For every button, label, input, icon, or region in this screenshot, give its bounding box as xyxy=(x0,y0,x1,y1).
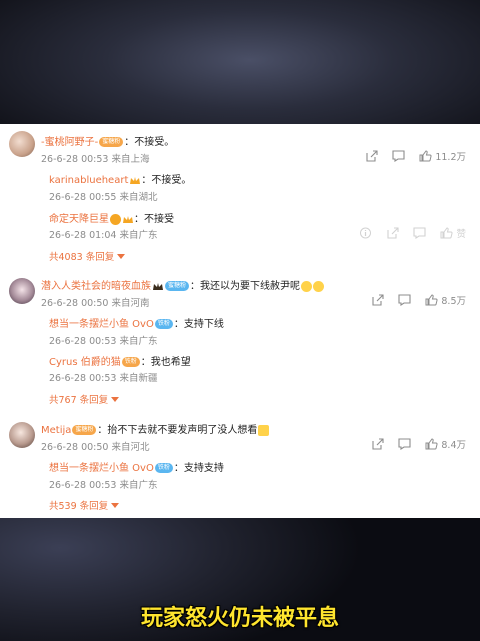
separator: ： xyxy=(134,214,144,225)
comment-line: -蜜桃阿野子- 蜜糖粉 ：不接受。 xyxy=(41,133,174,148)
comment-username[interactable]: 潜入人类社会的暗夜血族 xyxy=(41,281,151,292)
like-count: 8.5万 xyxy=(441,296,466,307)
fan-badge: 蜜糖粉 xyxy=(99,137,124,147)
more-replies-label: 共767 条回复 xyxy=(49,395,109,406)
like-button[interactable]: 8.5万 xyxy=(425,293,466,307)
avatar[interactable] xyxy=(9,131,35,157)
fan-badge: 铁粉 xyxy=(154,463,173,473)
comment-meta: 26-6-28 00:50 来自河北 xyxy=(41,442,150,453)
like-label: 赞 xyxy=(456,229,466,240)
info-icon[interactable] xyxy=(359,227,372,239)
emoji-icon xyxy=(258,424,270,436)
chevron-down-icon xyxy=(111,397,120,402)
comment-text: 抬不下去就不要发声明了没人想看 xyxy=(107,425,258,436)
more-replies-link[interactable]: 共539 条回复 xyxy=(49,498,120,512)
like-button[interactable]: 11.2万 xyxy=(419,149,466,163)
reply-text: 支持支持 xyxy=(183,463,224,474)
reply-username[interactable]: 想当一条摆烂小鱼 OvO xyxy=(49,319,154,330)
comment-line: 潜入人类社会的暗夜血族 蜜糖粉 ：我还以为要下线赦尹呢 xyxy=(41,277,325,292)
fan-badge: 铁粉 xyxy=(154,319,173,329)
fan-badge: 蜜糖粉 xyxy=(165,281,190,291)
comment-username[interactable]: -蜜桃阿野子- xyxy=(41,137,98,148)
like-count: 11.2万 xyxy=(435,152,466,163)
verified-icon xyxy=(110,213,121,225)
comment-text: 不接受。 xyxy=(134,137,175,148)
avatar[interactable] xyxy=(9,278,35,304)
reply-meta: 26-6-28 00:53 来自新疆 xyxy=(49,373,158,384)
fan-badge: 蜜糖粉 xyxy=(72,425,97,435)
crown-icon xyxy=(153,282,163,290)
comment-actions: 8.5万 xyxy=(371,293,466,307)
comment-icon[interactable] xyxy=(398,294,411,306)
thumbs-up-icon xyxy=(419,150,432,162)
separator: ： xyxy=(173,319,184,330)
comment-icon[interactable] xyxy=(413,227,427,239)
reply-text: 支持下线 xyxy=(183,319,224,330)
reply-meta: 26-6-28 00:53 来自广东 xyxy=(49,480,158,491)
share-icon[interactable] xyxy=(371,438,384,450)
separator: ： xyxy=(141,175,152,186)
thumbs-up-icon xyxy=(440,227,454,239)
crown-icon xyxy=(130,176,141,184)
separator: ： xyxy=(173,463,184,474)
fan-badge: 铁粉 xyxy=(121,357,140,367)
comment-actions: 8.4万 xyxy=(371,437,466,451)
reply-meta: 26-6-28 01:04 来自广东 xyxy=(49,230,158,241)
thumbs-up-icon xyxy=(425,294,438,306)
reply-username[interactable]: 命定天降巨星 xyxy=(49,214,109,225)
chevron-down-icon xyxy=(117,254,126,259)
chevron-down-icon xyxy=(111,503,120,508)
comment-actions: 11.2万 xyxy=(365,149,466,163)
like-button[interactable]: 8.4万 xyxy=(425,437,466,451)
separator: ： xyxy=(97,425,108,436)
more-replies-label: 共539 条回复 xyxy=(49,501,109,512)
more-replies-label: 共4083 条回复 xyxy=(49,252,115,263)
separator: ： xyxy=(124,137,135,148)
comment-text: 我还以为要下线赦尹呢 xyxy=(200,281,301,292)
reply-text: 不接受 xyxy=(144,214,174,225)
video-background-top xyxy=(0,0,480,124)
reply-text: 不接受。 xyxy=(151,175,192,186)
reply-username[interactable]: karinablueheart xyxy=(49,175,128,186)
more-replies-link[interactable]: 共4083 条回复 xyxy=(49,249,126,263)
share-icon[interactable] xyxy=(365,150,378,162)
more-replies-link[interactable]: 共767 条回复 xyxy=(49,392,120,406)
reply-line: Cyrus 伯爵的猫 铁粉 ：我也希望 xyxy=(49,353,191,368)
reply-line: 想当一条摆烂小鱼 OvO 铁粉 ：支持支持 xyxy=(49,459,224,474)
emoji-icon xyxy=(313,280,325,292)
reply-meta: 26-6-28 00:53 来自广东 xyxy=(49,336,158,347)
comment-line: Metija 蜜糖粉 ：抬不下去就不要发声明了没人想看 xyxy=(41,421,270,436)
comment-icon[interactable] xyxy=(398,438,411,450)
comment-meta: 26-6-28 00:50 来自河南 xyxy=(41,298,150,309)
comment-icon[interactable] xyxy=(392,150,405,162)
thumbs-up-icon xyxy=(425,438,438,450)
avatar[interactable] xyxy=(9,422,35,448)
reply-text: 我也希望 xyxy=(150,357,191,368)
video-subtitle: 玩家怒火仍未被平息 xyxy=(140,606,339,631)
comment-meta: 26-6-28 00:53 来自上海 xyxy=(41,154,150,165)
share-icon[interactable] xyxy=(386,227,400,239)
reply-actions: 赞 xyxy=(359,226,466,240)
reply-line: 想当一条摆烂小鱼 OvO 铁粉 ：支持下线 xyxy=(49,315,224,330)
reply-username[interactable]: Cyrus 伯爵的猫 xyxy=(49,357,121,368)
reply-username[interactable]: 想当一条摆烂小鱼 OvO xyxy=(49,463,154,474)
like-count: 8.4万 xyxy=(441,440,466,451)
emoji-icon xyxy=(301,280,313,292)
reply-meta: 26-6-28 00:55 来自湖北 xyxy=(49,192,158,203)
comment-panel: -蜜桃阿野子- 蜜糖粉 ：不接受。 26-6-28 00:53 来自上海 11.2万… xyxy=(0,124,480,518)
comment-username[interactable]: Metija xyxy=(41,425,71,436)
reply-line: karinablueheart ：不接受。 xyxy=(49,171,191,186)
share-icon[interactable] xyxy=(371,294,384,306)
crown-icon xyxy=(122,214,134,225)
separator: ： xyxy=(140,357,151,368)
like-button[interactable]: 赞 xyxy=(440,226,466,240)
reply-line: 命定天降巨星 ：不接受 xyxy=(49,210,174,225)
separator: ： xyxy=(190,281,201,292)
